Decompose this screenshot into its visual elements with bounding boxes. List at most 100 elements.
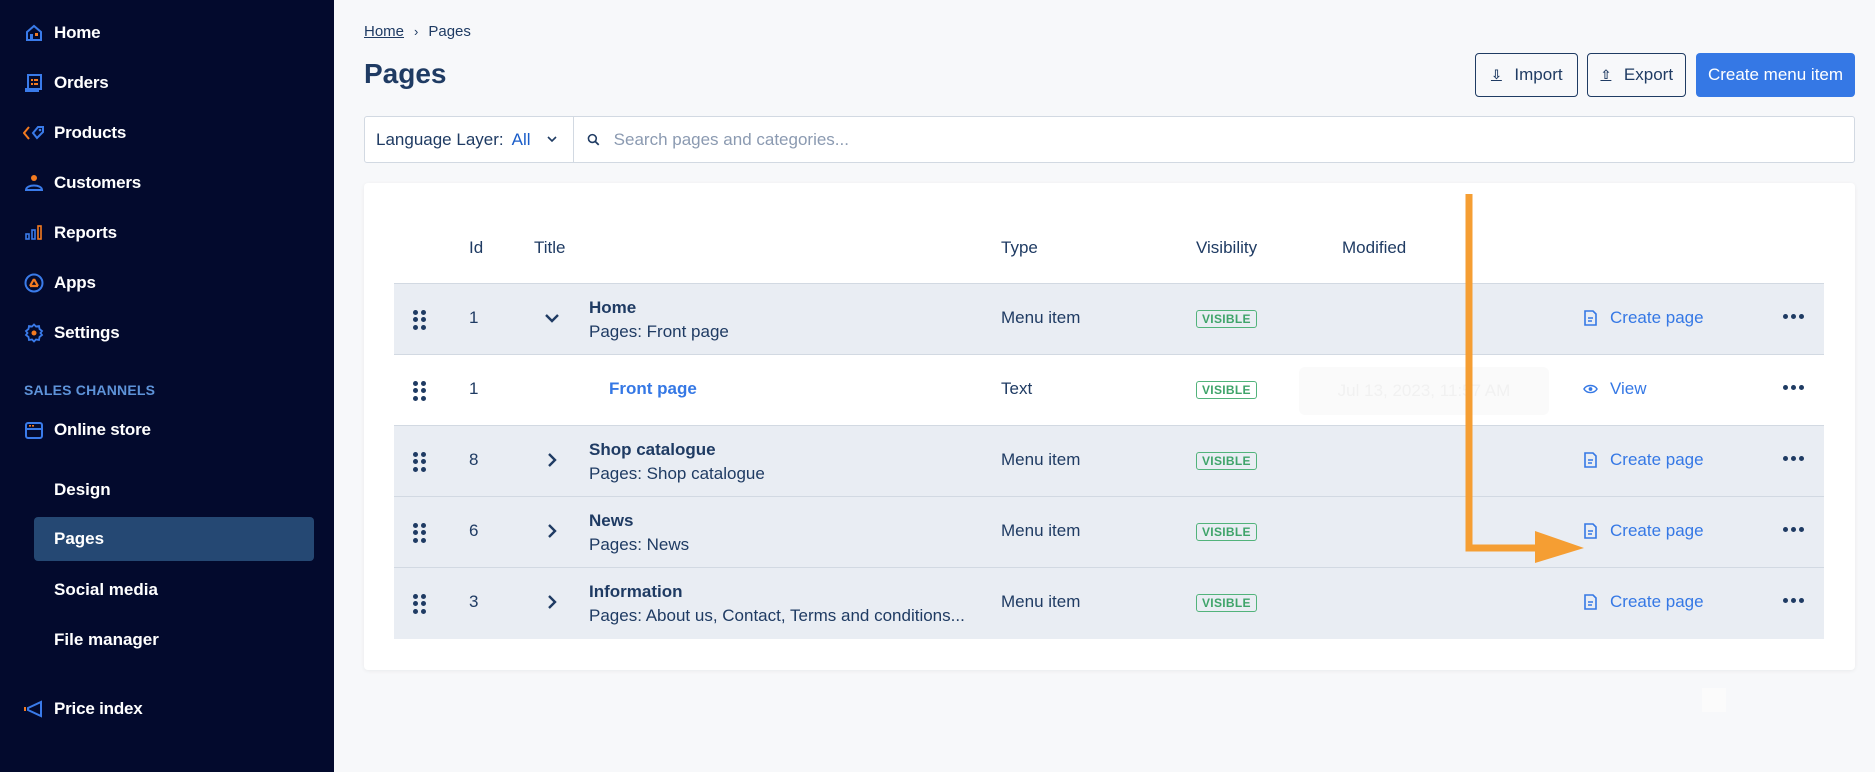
- sidebar-item-label: Social media: [54, 580, 158, 599]
- drag-handle-icon[interactable]: [413, 523, 427, 543]
- apps-icon: [22, 271, 46, 295]
- table-row[interactable]: 1 Home Pages: Front page Menu item VISIB…: [394, 284, 1824, 355]
- sidebar-item-label: Reports: [54, 223, 117, 242]
- row-type: Menu item: [1001, 308, 1081, 327]
- create-menu-item-button[interactable]: Create menu item: [1696, 53, 1855, 97]
- sidebar-subitem-file-manager[interactable]: File manager: [34, 618, 314, 662]
- tag-icon: [22, 121, 46, 145]
- document-icon: [1584, 452, 1597, 468]
- table-row[interactable]: 6 News Pages: News Menu item VISIBLE Cre…: [394, 497, 1824, 568]
- row-subtitle: Pages: Shop catalogue: [589, 464, 765, 483]
- sidebar-item-label: Customers: [54, 173, 142, 192]
- home-icon: [22, 21, 46, 45]
- column-header-type[interactable]: Type: [1001, 238, 1038, 258]
- create-page-link[interactable]: Create page: [1583, 592, 1704, 612]
- row-id: 3: [469, 592, 479, 611]
- column-header-visibility[interactable]: Visibility: [1196, 238, 1257, 258]
- document-icon: [1584, 523, 1597, 539]
- more-options-icon[interactable]: [1783, 456, 1804, 461]
- bar-chart-icon: [22, 221, 46, 245]
- column-header-title[interactable]: Title: [534, 238, 566, 258]
- visibility-badge: VISIBLE: [1196, 452, 1257, 470]
- table-row[interactable]: 1 Front page Text VISIBLE Jul 13, 2023, …: [394, 355, 1824, 426]
- document-icon: [1584, 310, 1597, 326]
- export-label: Export: [1623, 65, 1674, 84]
- row-id: 1: [469, 308, 479, 327]
- row-title: Shop catalogue: [589, 440, 716, 459]
- action-label: View: [1610, 379, 1647, 398]
- action-label: Create page: [1610, 592, 1704, 611]
- sidebar-item-apps[interactable]: Apps: [22, 266, 96, 300]
- sidebar-subitem-social-media[interactable]: Social media: [34, 568, 314, 612]
- row-subtitle: Pages: News: [589, 535, 690, 554]
- drag-handle-icon[interactable]: [413, 310, 427, 330]
- create-page-link[interactable]: Create page: [1583, 521, 1704, 541]
- row-title: News: [589, 511, 634, 530]
- breadcrumb: Home › Pages: [364, 23, 471, 40]
- row-id: 6: [469, 521, 479, 540]
- sales-channels-heading: SALES CHANNELS: [24, 382, 156, 398]
- store-icon: [22, 418, 46, 442]
- chevron-right-icon[interactable]: [542, 519, 562, 543]
- sidebar-item-settings[interactable]: Settings: [22, 316, 120, 350]
- row-title-link[interactable]: Front page: [609, 379, 697, 399]
- sidebar-item-products[interactable]: Products: [22, 116, 126, 150]
- sidebar-item-label: Products: [54, 123, 127, 142]
- page-title: Pages: [364, 58, 447, 89]
- drag-handle-icon[interactable]: [413, 594, 427, 614]
- sidebar-item-label: Settings: [54, 323, 120, 342]
- row-subtitle: Pages: About us, Contact, Terms and cond…: [589, 606, 965, 625]
- row-subtitle: Pages: Front page: [589, 322, 729, 341]
- sidebar-item-label: Apps: [54, 273, 96, 292]
- sidebar-item-label: Online store: [54, 420, 151, 439]
- sidebar-item-orders[interactable]: Orders: [22, 66, 109, 100]
- sidebar-subitem-design[interactable]: Design: [34, 468, 314, 512]
- sidebar-item-customers[interactable]: Customers: [22, 166, 141, 200]
- visibility-badge: VISIBLE: [1196, 381, 1257, 399]
- table-row[interactable]: 8 Shop catalogue Pages: Shop catalogue M…: [394, 426, 1824, 497]
- row-id: 8: [469, 450, 479, 469]
- create-page-link[interactable]: Create page: [1583, 308, 1704, 328]
- sidebar-item-label: Design: [54, 480, 111, 499]
- column-header-modified[interactable]: Modified: [1342, 238, 1406, 258]
- eye-icon: [1583, 384, 1598, 394]
- sidebar-item-online-store[interactable]: Online store: [22, 413, 151, 447]
- drag-handle-icon[interactable]: [413, 381, 427, 401]
- filter-bar: Language Layer: All: [364, 116, 1855, 163]
- row-modified: Jul 13, 2023, 11:57 AM: [1299, 367, 1549, 415]
- create-page-link[interactable]: Create page: [1583, 450, 1704, 470]
- import-button[interactable]: ⇩ Import: [1475, 53, 1578, 97]
- row-title: Information: [589, 582, 683, 601]
- chevron-right-icon[interactable]: [542, 590, 562, 614]
- sidebar-item-price-index[interactable]: Price index: [22, 692, 143, 726]
- more-options-icon[interactable]: [1783, 314, 1804, 319]
- search-input[interactable]: [613, 129, 1854, 150]
- more-options-icon[interactable]: [1783, 385, 1804, 390]
- document-icon: [1584, 594, 1597, 610]
- sidebar: Home Orders Products Customers Reports A…: [0, 0, 334, 772]
- language-layer-select[interactable]: Language Layer: All: [365, 117, 574, 162]
- export-button[interactable]: ⇧ Export: [1587, 53, 1686, 97]
- row-id: 1: [469, 379, 479, 398]
- row-title: Home: [589, 298, 637, 317]
- sidebar-item-label: Pages: [54, 529, 105, 548]
- chevron-down-icon[interactable]: [542, 306, 562, 330]
- sidebar-item-reports[interactable]: Reports: [22, 216, 117, 250]
- table-row[interactable]: 3 Information Pages: About us, Contact, …: [394, 568, 1824, 639]
- drag-handle-icon[interactable]: [413, 452, 427, 472]
- orders-icon: [22, 71, 46, 95]
- action-label: Create page: [1610, 450, 1704, 469]
- person-icon: [22, 171, 46, 195]
- view-link[interactable]: View: [1583, 379, 1647, 399]
- sidebar-item-home[interactable]: Home: [22, 16, 101, 50]
- import-label: Import: [1514, 65, 1563, 84]
- action-label: Create page: [1610, 308, 1704, 327]
- breadcrumb-home-link[interactable]: Home: [364, 23, 404, 40]
- more-options-icon[interactable]: [1783, 598, 1804, 603]
- column-header-id[interactable]: Id: [469, 238, 483, 258]
- more-options-icon[interactable]: [1783, 527, 1804, 532]
- row-type: Menu item: [1001, 592, 1081, 611]
- sidebar-subitem-pages[interactable]: Pages: [34, 517, 314, 561]
- chevron-right-icon[interactable]: [542, 448, 562, 472]
- download-icon: ⇩: [1490, 67, 1502, 82]
